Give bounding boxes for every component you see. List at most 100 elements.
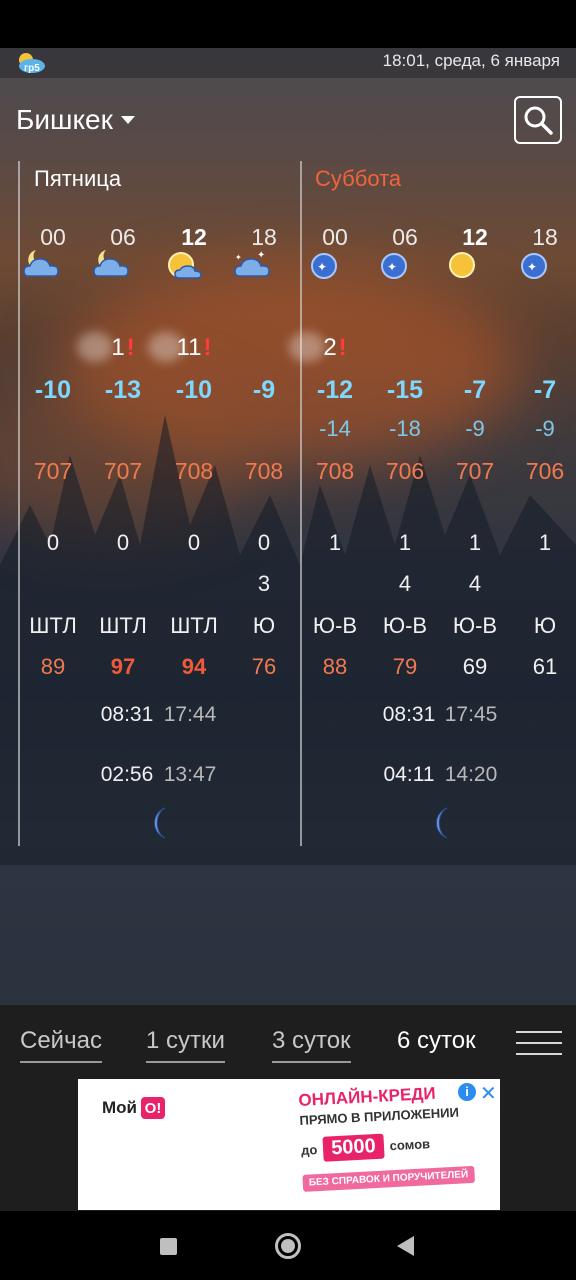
temperature: -9 <box>252 376 276 404</box>
datetime-label: 18:01, среда, 6 января <box>382 51 560 70</box>
temperature: -15 <box>386 376 424 404</box>
wind-direction: Ю-В <box>452 613 498 638</box>
pressure: 708 <box>244 458 284 484</box>
moonrise-time: 02:56 <box>100 763 154 786</box>
home-circle-icon[interactable] <box>275 1233 301 1259</box>
warning-icon: ! <box>338 334 347 361</box>
humidity: 76 <box>251 654 277 679</box>
ad-brand: Мой O! <box>102 1097 165 1119</box>
precipitation-value: 1 <box>111 334 125 361</box>
pressure: 708 <box>315 458 355 484</box>
wind-direction: ШТЛ <box>170 613 218 638</box>
humidity: 79 <box>392 654 418 679</box>
row-value-a: 0 <box>257 530 271 555</box>
cloud-blur <box>289 332 325 362</box>
wind-direction: Ю-В <box>382 613 428 638</box>
city-selector[interactable]: Бишкек <box>16 104 135 136</box>
warning-icon: ! <box>126 334 135 361</box>
partly-cloudy-night-icon <box>93 246 145 289</box>
pressure: 706 <box>385 458 425 484</box>
precipitation: 11! <box>148 332 234 362</box>
svg-text:✦: ✦ <box>235 253 242 262</box>
precipitation: 2! <box>289 332 375 362</box>
system-status-bar <box>0 0 576 48</box>
temperature: -7 <box>463 376 487 404</box>
feels-like-temperature: -14 <box>319 416 351 441</box>
sun-icon <box>449 246 497 289</box>
wind-direction: Ю-В <box>312 613 358 638</box>
feels-like-temperature: -18 <box>389 416 421 441</box>
temperature: -12 <box>316 376 354 404</box>
moonrise-time: 04:11 <box>383 763 435 786</box>
row-value-a: 0 <box>46 530 60 555</box>
svg-text:✦: ✦ <box>257 250 265 261</box>
tab-6-days[interactable]: 6 суток <box>397 1027 476 1061</box>
temperature: -10 <box>175 376 213 404</box>
row-value-a: 0 <box>187 530 201 555</box>
back-triangle-icon[interactable] <box>397 1236 414 1256</box>
humidity: 61 <box>532 654 558 679</box>
crescent-moon-icon <box>148 806 170 840</box>
tab-1-day[interactable]: 1 сутки <box>146 1027 225 1063</box>
row-value-a: 1 <box>468 530 482 555</box>
ad-area: Мой O! ОНЛАЙН-КРЕДИ ПРЯМО В ПРИЛОЖЕНИИ д… <box>0 1077 576 1211</box>
temperature: -10 <box>34 376 72 404</box>
city-name: Бишкек <box>16 104 113 135</box>
tab-3-days[interactable]: 3 суток <box>272 1027 351 1063</box>
period-tabs: Сейчас 1 сутки 3 суток 6 суток <box>0 1005 576 1077</box>
row-value-a: 1 <box>538 530 552 555</box>
precipitation-value: 11 <box>176 334 202 361</box>
cloud-blur <box>77 332 113 362</box>
row-value-b: 4 <box>398 571 412 596</box>
caret-down-icon <box>120 116 135 124</box>
recents-square-icon[interactable] <box>160 1238 177 1255</box>
clear-night-stars-icon: ✦ <box>381 246 427 289</box>
ad-currency: сомов <box>389 1136 431 1154</box>
pressure: 707 <box>103 458 143 484</box>
humidity: 94 <box>181 654 207 679</box>
humidity: 89 <box>40 654 66 679</box>
row-value-a: 1 <box>398 530 412 555</box>
row-value-a: 0 <box>116 530 130 555</box>
previous-day-fragment: · <box>0 458 1 484</box>
sunrise-time: 08:31 <box>382 703 436 726</box>
warning-icon: ! <box>203 334 212 361</box>
pressure: 708 <box>174 458 214 484</box>
day-name: Пятница <box>34 166 122 191</box>
wind-direction: ШТЛ <box>99 613 147 638</box>
search-icon <box>524 106 553 135</box>
wind-direction: Ю <box>252 613 276 638</box>
svg-text:✦: ✦ <box>527 260 537 274</box>
sunrise-time: 08:31 <box>100 703 154 726</box>
feels-like-temperature: -9 <box>535 416 555 441</box>
moonset-time: 13:47 <box>163 763 217 786</box>
precipitation-value: 2 <box>323 334 337 361</box>
close-icon[interactable]: ✕ <box>480 1081 497 1106</box>
feels-like-temperature: -9 <box>465 416 485 441</box>
ad-prefix: до <box>300 1142 318 1158</box>
hamburger-menu-icon[interactable] <box>516 1029 562 1057</box>
svg-text:✦: ✦ <box>317 260 327 274</box>
info-icon[interactable]: i <box>458 1083 476 1101</box>
pressure: 707 <box>455 458 495 484</box>
ad-banner[interactable]: Мой O! ОНЛАЙН-КРЕДИ ПРЯМО В ПРИЛОЖЕНИИ д… <box>78 1079 500 1210</box>
search-button[interactable] <box>514 96 562 144</box>
logo-text: гр5 <box>24 63 40 74</box>
ad-amount-line: до 5000 сомов <box>300 1127 500 1162</box>
sunset-time: 17:44 <box>163 703 217 726</box>
ad-footer: БЕЗ СПРАВОК И ПОРУЧИТЕЛЕЙ <box>302 1165 475 1192</box>
row-value-b: 4 <box>468 571 482 596</box>
wind-direction: Ю <box>533 613 557 638</box>
moonset-time: 14:20 <box>444 763 498 786</box>
pressure: 707 <box>33 458 73 484</box>
temperature: -7 <box>533 376 557 404</box>
day-name: Суббота <box>315 166 402 191</box>
tab-now[interactable]: Сейчас <box>20 1027 102 1063</box>
crescent-moon-icon <box>430 806 452 840</box>
row-value-a: 1 <box>328 530 342 555</box>
cloudy-night-stars-icon: ✦ ✦ <box>234 246 286 289</box>
svg-text:✦: ✦ <box>387 260 397 274</box>
ad-brand-badge: O! <box>141 1097 165 1119</box>
clear-night-stars-icon: ✦ <box>521 246 567 289</box>
app-status-bar: гр5 18:01, среда, 6 января <box>0 48 576 78</box>
